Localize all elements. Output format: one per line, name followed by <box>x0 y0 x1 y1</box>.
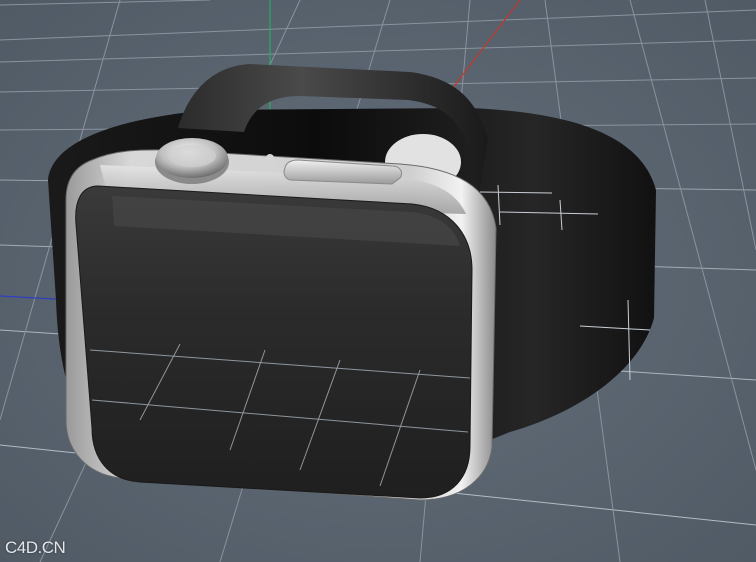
watermark-text: C4D.CN <box>5 538 66 557</box>
digital-crown[interactable] <box>155 138 229 184</box>
3d-viewport[interactable]: C4D.CN <box>0 0 756 562</box>
watch-screen[interactable] <box>75 185 473 499</box>
object-origin-marker <box>266 154 274 162</box>
viewport-canvas[interactable] <box>0 0 756 562</box>
